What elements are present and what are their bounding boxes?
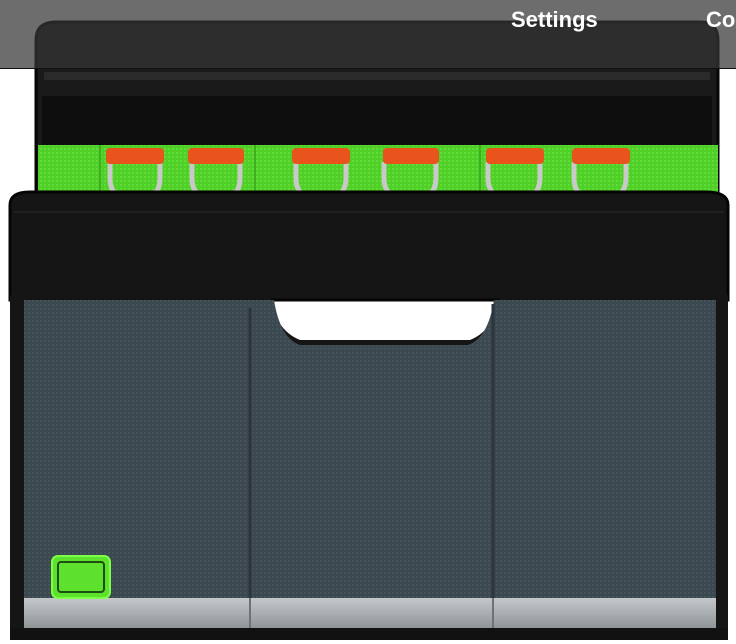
front-pocket (10, 295, 728, 630)
reflective-strip (10, 598, 728, 640)
nav-settings-link[interactable]: Settings (511, 7, 598, 33)
nav-co-link[interactable]: Co (706, 7, 736, 33)
top-nav-bar: Settings Co (0, 0, 736, 69)
nlg-logo (51, 555, 111, 599)
product-image (8, 20, 730, 640)
bag-front-band (8, 190, 730, 302)
